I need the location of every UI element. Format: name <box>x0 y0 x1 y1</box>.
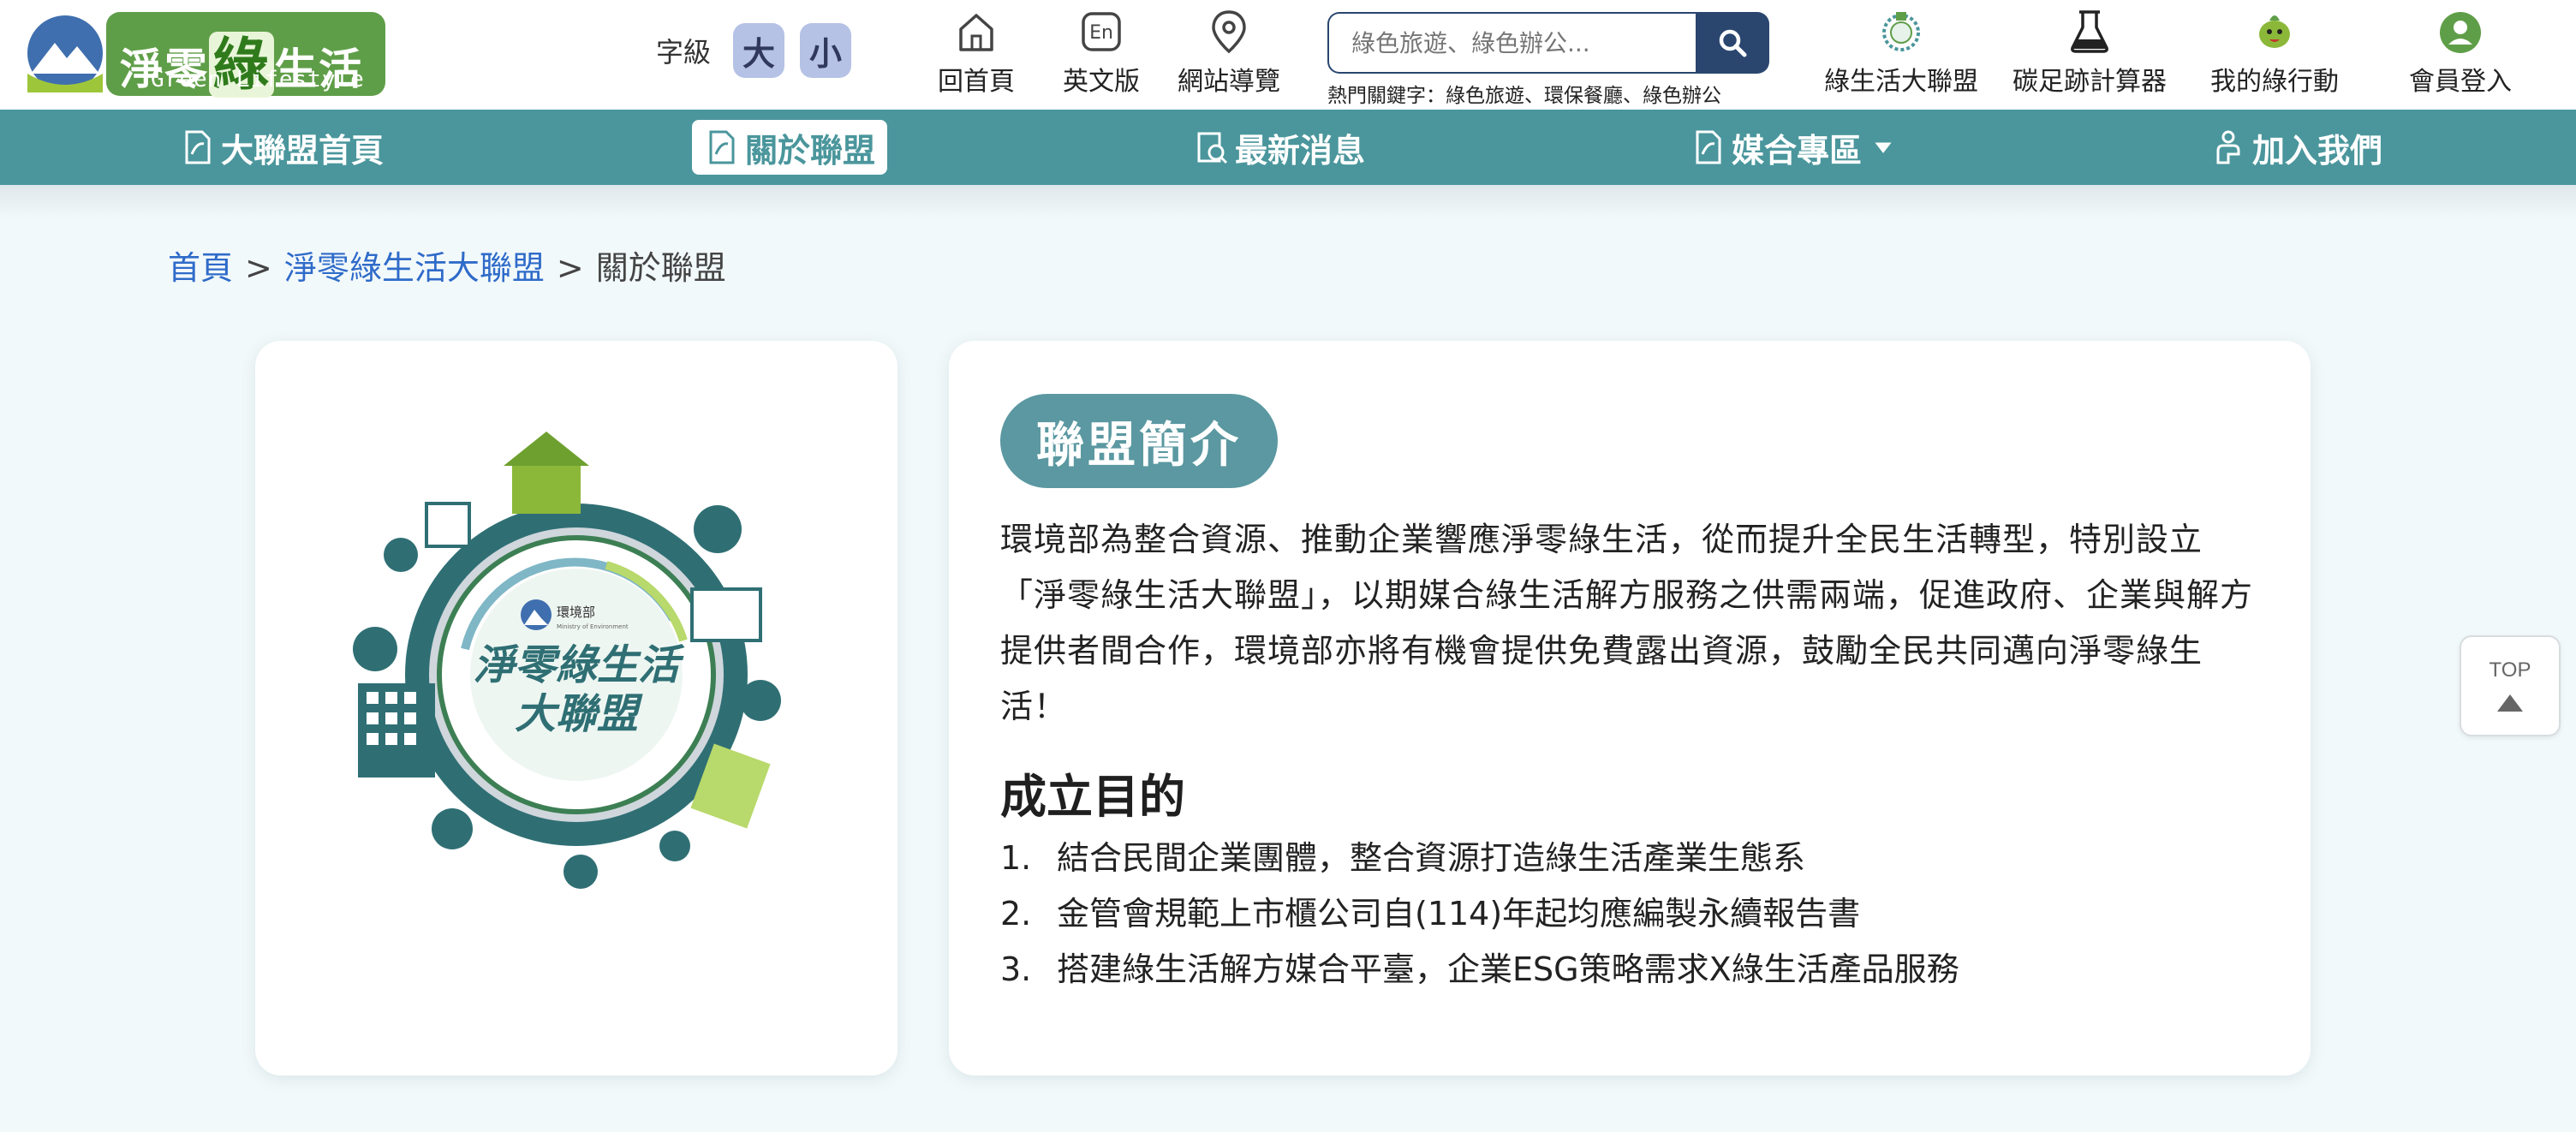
logo-badge: 淨零綠生活 Green Lifestyle <box>106 12 385 98</box>
breadcrumb-alliance[interactable]: 淨零綠生活大聯盟 <box>284 249 545 287</box>
logo-subtitle: Green Lifestyle <box>151 67 365 92</box>
nav-alliance-home[interactable]: 大聯盟首頁 <box>168 120 396 175</box>
logo-mountain-icon <box>27 15 103 92</box>
nav-join-us[interactable]: 加入我們 <box>2199 120 2394 175</box>
list-item: 2. 金管會規範上市櫃公司自(114)年起均應編製永續報告書 <box>1000 886 2268 942</box>
nav-shadow <box>0 185 2576 219</box>
document-icon <box>185 130 211 164</box>
home-link[interactable]: 回首頁 <box>933 9 1019 101</box>
nav-latest-news-label: 最新消息 <box>1235 131 1366 170</box>
search-icon <box>1719 29 1747 57</box>
list-item-number: 2. <box>1000 895 1032 932</box>
purpose-title: 成立目的 <box>1000 770 1185 824</box>
nav-matching-zone[interactable]: 媒合專區 <box>1679 120 1908 175</box>
breadcrumb-current: 關於聯盟 <box>595 249 726 287</box>
carbon-calculator-link-label: 碳足跡計算器 <box>2012 67 2167 97</box>
alliance-link[interactable]: 綠生活大聯盟 <box>1817 9 1985 101</box>
font-size-control: 字級 大 小 <box>656 21 852 80</box>
back-to-top-button[interactable]: TOP <box>2460 635 2561 736</box>
list-item-text: 結合民間企業團體，整合資源打造綠生活產業生態系 <box>1057 839 1806 877</box>
home-icon <box>959 14 993 51</box>
list-item: 1. 結合民間企業團體，整合資源打造綠生活產業生態系 <box>1000 831 2268 886</box>
breadcrumb-separator: > <box>556 249 584 287</box>
alliance-intro-card: 聯盟簡介 環境部為整合資源、推動企業響應淨零綠生活，從而提升全民生活轉型，特別設… <box>949 341 2311 1075</box>
font-size-label: 字級 <box>656 36 712 69</box>
section-title-pill: 聯盟簡介 <box>1000 394 1278 488</box>
breadcrumb-separator: > <box>245 249 272 287</box>
breadcrumb-home[interactable]: 首頁 <box>168 249 233 287</box>
breadcrumb: 首頁 > 淨零綠生活大聯盟 > 關於聯盟 <box>168 241 726 289</box>
mascot-icon <box>2259 15 2290 48</box>
sitemap-link[interactable]: 網站導覽 <box>1173 9 1285 101</box>
user-icon <box>2440 12 2481 53</box>
english-link[interactable]: En 英文版 <box>1058 9 1144 101</box>
emblem-agency-name: 環境部 <box>557 605 595 620</box>
search-box <box>1327 12 1769 74</box>
list-item-number: 1. <box>1000 839 1032 877</box>
emblem-agency-en: Ministry of Environment <box>557 623 629 630</box>
map-pin-icon <box>1212 10 1246 54</box>
handshake-icon <box>2216 130 2240 164</box>
search-button[interactable] <box>1696 12 1769 74</box>
carbon-calculator-link[interactable]: 碳足跡計算器 <box>2004 9 2175 101</box>
sitemap-link-label: 網站導覽 <box>1178 67 1280 97</box>
caret-up-icon <box>2497 694 2523 712</box>
nav-alliance-home-label: 大聯盟首頁 <box>221 131 385 170</box>
alliance-emblem-card: 環境部 Ministry of Environment 淨零綠生活 大聯盟 <box>255 341 897 1075</box>
font-size-small-button[interactable]: 小 <box>800 23 852 78</box>
nav-matching-zone-label: 媒合專區 <box>1732 131 1863 170</box>
english-icon: En <box>1082 12 1121 51</box>
member-login-link-label: 會員登入 <box>2409 67 2512 97</box>
site-logo[interactable]: 淨零綠生活 Green Lifestyle <box>26 10 385 98</box>
purpose-list: 1. 結合民間企業團體，整合資源打造綠生活產業生態系 2. 金管會規範上市櫃公司自(… <box>1000 831 2268 998</box>
alliance-link-label: 綠生活大聯盟 <box>1824 67 1978 97</box>
list-item: 3. 搭建綠生活解方媒合平臺，企業ESG策略需求X綠生活產品服務 <box>1000 942 2268 998</box>
my-green-action-link-label: 我的綠行動 <box>2210 67 2339 97</box>
document-icon <box>709 130 735 164</box>
list-item-number: 3. <box>1000 950 1032 988</box>
font-size-large-button[interactable]: 大 <box>733 23 785 78</box>
alliance-emblem-illustration: 環境部 Ministry of Environment 淨零綠生活 大聯盟 <box>353 432 781 889</box>
alliance-intro-text: 環境部為整合資源、推動企業響應淨零綠生活，從而提升全民生活轉型，特別設立「淨零綠… <box>1000 521 2254 725</box>
my-green-action-link[interactable]: 我的綠行動 <box>2201 9 2348 101</box>
nav-latest-news[interactable]: 最新消息 <box>1182 120 1377 175</box>
hot-keywords: 熱門關鍵字：綠色旅遊、環保餐廳、綠色辦公 <box>1327 85 1721 107</box>
nav-join-us-label: 加入我們 <box>2252 131 2383 170</box>
site-header: 淨零綠生活 Green Lifestyle 字級 大 小 回首頁 En 英文版 … <box>0 0 2576 110</box>
alliance-icon <box>1882 12 1920 51</box>
caret-down-icon <box>1875 142 1892 153</box>
search-input[interactable] <box>1327 12 1697 74</box>
back-to-top-label: TOP <box>2489 658 2531 682</box>
emblem-line2: 大聯盟 <box>515 690 643 738</box>
main-nav: 大聯盟首頁 關於聯盟 最新消息 媒合專區 加入我們 <box>0 110 2576 185</box>
flask-icon <box>2071 10 2108 53</box>
document-icon <box>1696 130 1721 164</box>
member-login-link[interactable]: 會員登入 <box>2403 9 2518 101</box>
list-item-text: 金管會規範上市櫃公司自(114)年起均應編製永續報告書 <box>1057 895 1861 932</box>
svg-text:En: En <box>1089 22 1113 44</box>
emblem-line1: 淨零綠生活 <box>474 641 685 689</box>
list-item-text: 搭建綠生活解方媒合平臺，企業ESG策略需求X綠生活產品服務 <box>1057 950 1959 988</box>
nav-about-alliance[interactable]: 關於聯盟 <box>692 120 888 175</box>
english-link-label: 英文版 <box>1063 67 1140 97</box>
nav-about-alliance-label: 關於聯盟 <box>745 131 876 170</box>
home-link-label: 回首頁 <box>938 67 1015 97</box>
news-icon <box>1197 132 1228 164</box>
